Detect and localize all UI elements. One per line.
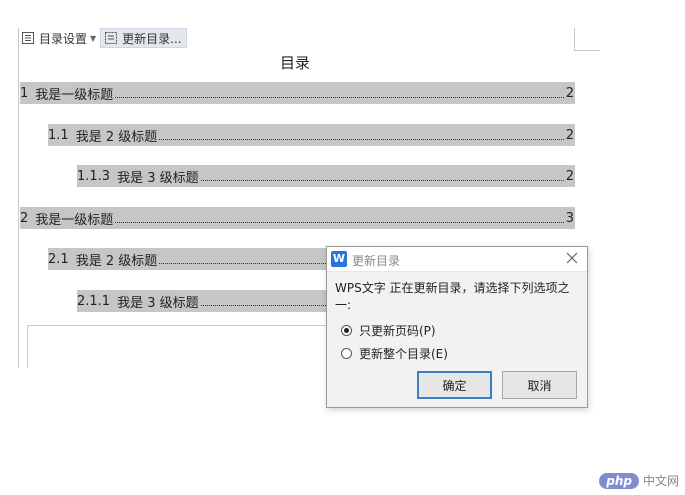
dialog-message: WPS文字 正在更新目录，请选择下列选项之一: xyxy=(335,281,570,312)
toc-entry-level1[interactable]: 1 我是一级标题 2 xyxy=(20,82,575,104)
toc-entry-page: 2 xyxy=(565,168,574,184)
toc-entry-level3[interactable]: 1.1.3 我是 3 级标题 2 xyxy=(77,165,575,187)
toc-entry-number: 2 xyxy=(20,210,29,226)
toc-settings-button[interactable]: 目录设置 ▼ xyxy=(18,28,100,48)
toc-entry-number: 2.1.1 xyxy=(77,293,111,309)
toc-entry-number: 1.1.3 xyxy=(77,168,111,184)
site-watermark: php 中文网 xyxy=(599,472,679,489)
toc-entry-level2[interactable]: 1.1 我是 2 级标题 2 xyxy=(48,124,575,146)
update-toc-button[interactable]: 更新目录... xyxy=(100,28,187,48)
toc-entry-level1[interactable]: 2 我是一级标题 3 xyxy=(20,207,575,229)
toc-entry-number: 1.1 xyxy=(48,127,69,143)
dialog-titlebar[interactable]: W 更新目录 xyxy=(327,247,587,272)
cancel-button[interactable]: 取消 xyxy=(502,371,577,399)
toc-entry-text: 我是 3 级标题 xyxy=(117,170,199,186)
toc-leader-dots xyxy=(115,221,564,223)
radio-button-checked[interactable] xyxy=(341,325,352,336)
update-toc-icon xyxy=(105,32,118,44)
page-inner-box-left xyxy=(27,325,28,368)
toc-entry-text: 我是一级标题 xyxy=(35,212,114,228)
toc-entry-number: 1 xyxy=(20,85,29,101)
ok-button[interactable]: 确定 xyxy=(417,371,492,399)
toc-entry-text: 我是 2 级标题 xyxy=(75,253,158,269)
watermark-badge: php xyxy=(599,472,639,489)
toc-entry-page: 2 xyxy=(565,127,574,143)
toc-leader-dots xyxy=(200,179,564,181)
toc-list-icon xyxy=(22,32,34,44)
dialog-title: 更新目录 xyxy=(352,254,401,268)
chevron-down-icon: ▼ xyxy=(90,33,97,43)
radio-button[interactable] xyxy=(341,348,352,359)
toc-settings-label: 目录设置 xyxy=(39,31,88,46)
page-right-edge xyxy=(574,28,575,50)
toc-entry-number: 2.1 xyxy=(48,251,69,267)
toc-entry-text: 我是 3 级标题 xyxy=(117,295,199,311)
option-update-entire-toc[interactable]: 更新整个目录(E) xyxy=(341,345,448,362)
option-label: 更新整个目录(E) xyxy=(359,347,448,361)
toc-entry-page: 3 xyxy=(565,210,574,226)
toc-entry-text: 我是一级标题 xyxy=(35,87,114,103)
toc-entry-page: 2 xyxy=(565,85,574,101)
option-update-page-numbers[interactable]: 只更新页码(P) xyxy=(341,322,436,339)
toc-entry-text: 我是 2 级标题 xyxy=(75,129,158,145)
wps-logo-icon: W xyxy=(331,251,347,267)
page-left-edge xyxy=(18,28,19,368)
toc-leader-dots xyxy=(115,96,564,98)
update-toc-label: 更新目录... xyxy=(122,31,182,46)
option-label: 只更新页码(P) xyxy=(359,324,436,338)
watermark-text: 中文网 xyxy=(642,474,679,488)
close-icon[interactable] xyxy=(565,251,579,265)
toc-leader-dots xyxy=(159,138,564,140)
toc-title: 目录 xyxy=(280,54,311,72)
update-toc-dialog: W 更新目录 WPS文字 正在更新目录，请选择下列选项之一: 只更新页码(P) … xyxy=(326,246,588,408)
toc-toolbar: 目录设置 ▼ 更新目录... xyxy=(18,28,187,48)
page-inner-box-top xyxy=(27,325,327,326)
page-top-right-rule xyxy=(574,50,600,51)
